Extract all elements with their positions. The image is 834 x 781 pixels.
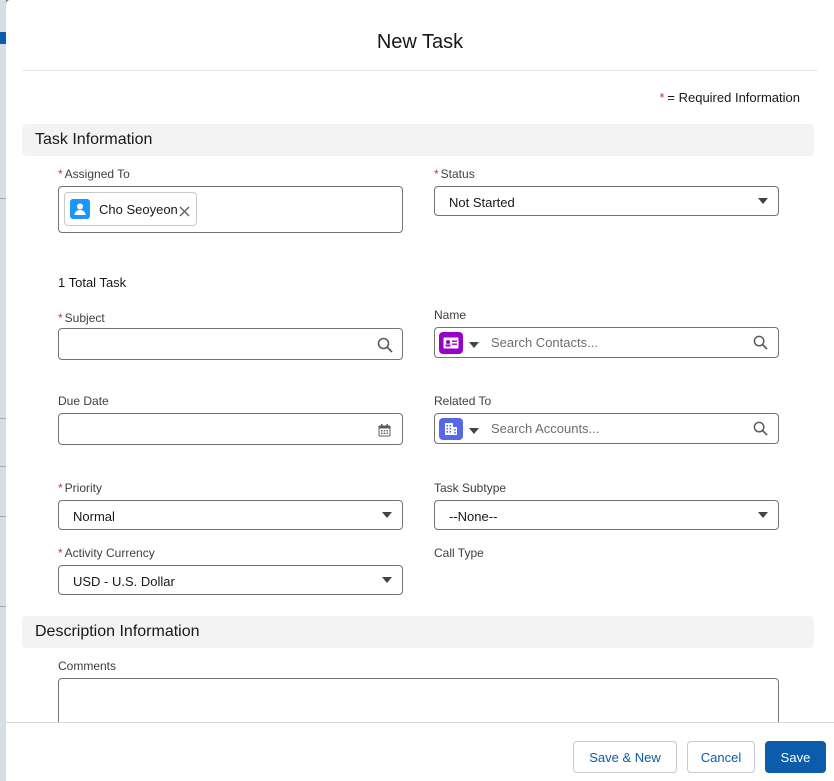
task-subtype-select[interactable]: --None--	[434, 500, 779, 530]
required-star: *	[659, 90, 665, 105]
total-tasks-count: 1 Total Task	[58, 275, 127, 290]
assigned-to-field[interactable]: Cho Seoyeon	[58, 186, 403, 233]
section-task-information[interactable]: Task Information	[22, 124, 814, 156]
contact-icon[interactable]	[439, 332, 463, 354]
calendar-icon[interactable]	[378, 424, 392, 438]
priority-select[interactable]: Normal	[58, 500, 403, 530]
modal-title: New Task	[376, 31, 464, 53]
chevron-down-icon[interactable]	[469, 428, 479, 434]
chevron-down-icon	[758, 512, 768, 518]
name-lookup[interactable]	[434, 327, 779, 358]
account-icon[interactable]	[439, 418, 463, 440]
chevron-down-icon[interactable]	[469, 342, 479, 348]
assigned-to-label: * Assigned To	[58, 167, 130, 181]
chevron-down-icon	[382, 577, 392, 583]
new-task-modal: New Task * = Required Information Task In…	[6, 0, 834, 781]
label-text: Activity Currency	[64, 546, 155, 560]
required-info-text: = Required Information	[667, 90, 800, 105]
subject-combobox[interactable]	[58, 328, 403, 360]
due-date-input[interactable]	[58, 413, 403, 445]
required-star: *	[58, 311, 63, 325]
label-text: Priority	[64, 481, 103, 495]
required-star: *	[434, 167, 439, 181]
save-button[interactable]: Save	[765, 741, 826, 773]
search-icon	[753, 335, 769, 351]
name-label: Name	[434, 308, 467, 322]
label-text: Status	[440, 167, 475, 181]
section-description-information[interactable]: Description Information	[22, 616, 814, 648]
cancel-button[interactable]: Cancel	[687, 741, 755, 773]
status-label: * Status	[434, 167, 475, 181]
required-star: *	[58, 481, 63, 495]
subject-label: * Subject	[58, 311, 105, 325]
task-subtype-label: Task Subtype	[434, 481, 507, 495]
chevron-down-icon	[758, 198, 768, 204]
due-date-label: Due Date	[58, 394, 109, 408]
call-type-label: Call Type	[434, 546, 484, 560]
search-icon	[377, 337, 393, 353]
label-text: Assigned To	[64, 167, 130, 181]
required-information-legend: * = Required Information	[659, 90, 800, 105]
activity-currency-label: * Activity Currency	[58, 546, 155, 560]
activity-currency-select[interactable]: USD - U.S. Dollar	[58, 565, 403, 595]
status-select[interactable]: Not Started	[434, 186, 779, 216]
required-star: *	[58, 546, 63, 560]
search-contacts-input[interactable]	[491, 335, 741, 350]
search-accounts-input[interactable]	[491, 421, 741, 436]
search-icon	[753, 421, 769, 437]
status-value: Not Started	[449, 195, 515, 210]
chevron-down-icon	[382, 512, 392, 518]
save-and-new-button[interactable]: Save & New	[573, 741, 677, 773]
comments-label: Comments	[58, 659, 117, 673]
priority-value: Normal	[73, 509, 115, 524]
related-to-lookup[interactable]	[434, 413, 779, 444]
label-text: Subject	[64, 311, 105, 325]
required-star: *	[58, 167, 63, 181]
task-subtype-value: --None--	[449, 509, 498, 524]
user-icon	[70, 199, 90, 219]
priority-label: * Priority	[58, 481, 102, 495]
related-to-label: Related To	[434, 394, 492, 408]
modal-header: New Task	[22, 0, 818, 71]
activity-currency-value: USD - U.S. Dollar	[73, 574, 175, 589]
assigned-user-name: Cho Seoyeon	[99, 201, 178, 217]
modal-footer: Save & New Cancel Save	[6, 722, 834, 781]
close-icon[interactable]	[179, 204, 190, 217]
assigned-user-pill[interactable]: Cho Seoyeon	[64, 192, 197, 226]
